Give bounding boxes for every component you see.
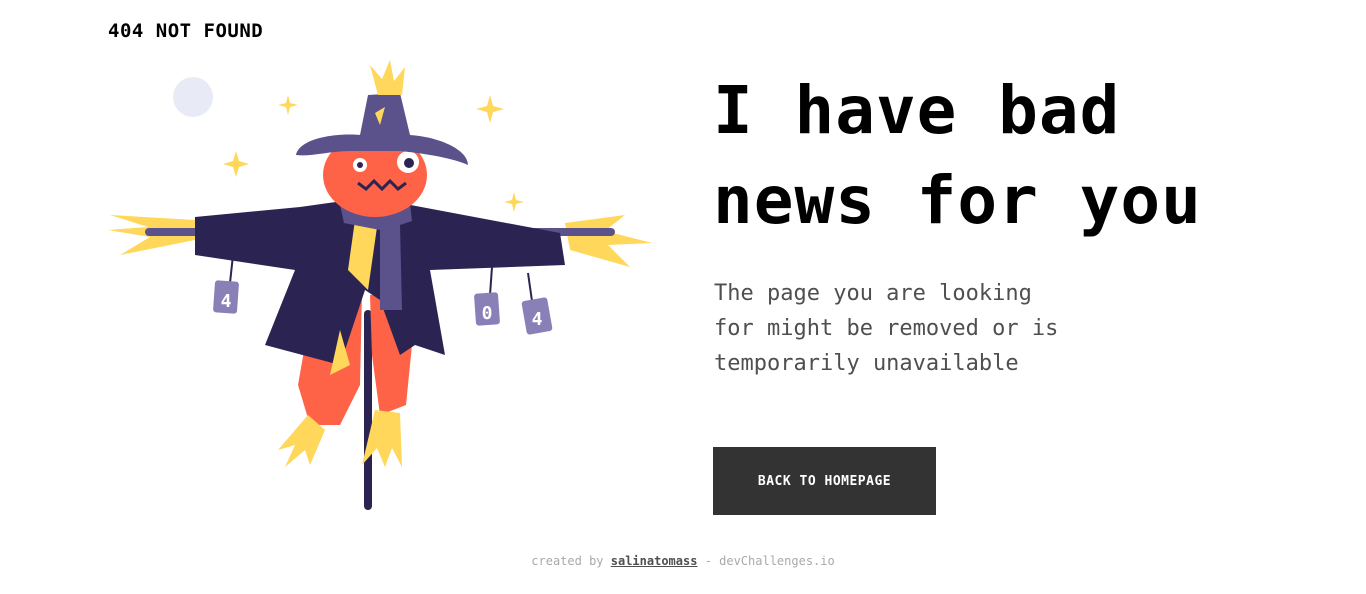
- author-link[interactable]: salinatomass: [611, 554, 698, 568]
- page-headline: I have bad news for you: [713, 66, 1273, 246]
- sparkle-icon: [504, 192, 524, 212]
- description-line: The page you are looking: [714, 281, 1032, 306]
- sparkle-icon: [223, 151, 249, 177]
- footer-prefix: created by: [531, 554, 604, 568]
- description-line: for might be removed or is: [714, 316, 1059, 341]
- can-label: 0: [482, 303, 493, 324]
- scarecrow-illustration: 4 0 4: [108, 60, 652, 510]
- description-line: temporarily unavailable: [714, 351, 1019, 376]
- footer-suffix: - devChallenges.io: [704, 554, 835, 568]
- headline-line: news for you: [713, 162, 1202, 239]
- back-to-homepage-button[interactable]: BACK TO HOMEPAGE: [713, 447, 936, 515]
- can-label: 4: [221, 291, 232, 312]
- footer-credit: created by salinatomass - devChallenges.…: [0, 554, 1366, 568]
- sparkle-icon: [476, 95, 504, 123]
- site-brand: 404 NOT FOUND: [108, 20, 264, 42]
- headline-line: I have bad: [713, 72, 1121, 149]
- sparkle-icon: [278, 95, 298, 115]
- error-description: The page you are looking for might be re…: [714, 276, 1104, 381]
- moon-icon: [173, 77, 213, 117]
- can-label: 4: [532, 309, 543, 330]
